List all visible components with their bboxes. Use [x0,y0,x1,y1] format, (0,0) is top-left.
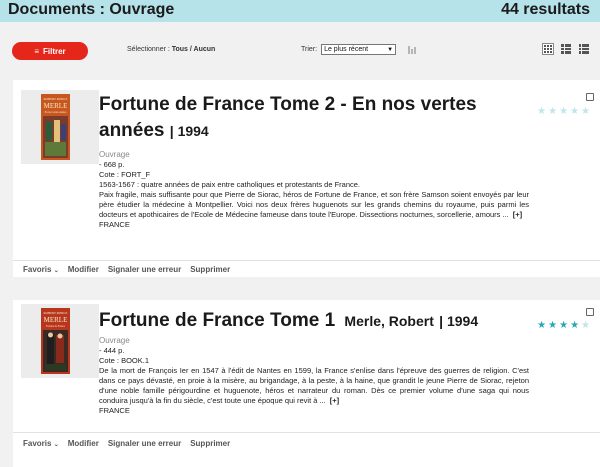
star-rating: ★★★★★ [537,106,592,117]
record-pages: - 668 p. [99,160,125,169]
report-error-button[interactable]: Signaler une erreur [108,439,181,448]
book-cover-image: ROBERT MERLE MERLE Fortune de France [41,308,70,374]
record-actions: Favoris ⌄ Modifier Signaler une erreur S… [23,265,230,274]
selection-controls: Sélectionner : Tous / Aucun [127,46,215,53]
filter-label: Filtrer [43,46,66,56]
record-title[interactable]: Fortune de France Tome 2 - En nos vertes… [99,92,479,144]
sort-value: Le plus récent [324,46,369,53]
chevron-down-icon: ⌄ [53,442,59,448]
record-card: ROBERT MERLE MERLE En nos vertes années … [13,80,600,277]
sort-label: Trier: [301,46,318,53]
report-error-button[interactable]: Signaler une erreur [108,265,181,274]
list-view-icon[interactable] [578,43,590,55]
grid-view-icon[interactable] [542,43,554,55]
record-summary: De la mort de François Ier en 1547 à l'é… [99,366,529,405]
edit-button[interactable]: Modifier [68,265,99,274]
divider [13,260,600,261]
page-title: Documents : Ouvrage [8,1,175,18]
record-details: Ouvrage - 668 p. Cote : FORT_F 1563-1567… [99,150,529,230]
results-header: Documents : Ouvrage 44 resultats [0,0,600,22]
record-cote: Cote : BOOK.1 [99,356,150,365]
bar-chart-icon[interactable] [408,45,417,54]
svg-text:MERLE: MERLE [44,316,68,324]
filter-button[interactable]: ≡ Filtrer [12,42,88,60]
chevron-down-icon: ⌄ [53,268,59,274]
record-pages: - 444 p. [99,346,125,355]
delete-button[interactable]: Supprimer [190,439,230,448]
record-type: Ouvrage [99,150,130,159]
star-rating: ★★★★★ [537,320,592,331]
book-cover[interactable]: ROBERT MERLE MERLE En nos vertes années [21,90,99,164]
record-author[interactable]: Merle, Robert [344,313,433,329]
edit-button[interactable]: Modifier [68,439,99,448]
book-cover-image: ROBERT MERLE MERLE En nos vertes années [41,94,70,160]
record-cote: Cote : FORT_F [99,170,151,179]
chevron-down-icon: ▼ [387,46,394,53]
record-title[interactable]: Fortune de France Tome 1 Merle, Robert |… [99,308,519,334]
record-details: Ouvrage - 444 p. Cote : BOOK.1 De la mor… [99,336,529,416]
results-count: 44 resultats [501,1,590,18]
view-switcher [542,43,590,55]
record-title-text: Fortune de France Tome 2 - En nos vertes… [99,94,477,141]
select-none-link[interactable]: Aucun [194,46,216,53]
cover-author-text: ROBERT MERLE [44,311,68,315]
select-prefix: Sélectionner : [127,46,172,53]
sort-select[interactable]: Le plus récent ▼ [321,44,397,55]
record-type: Ouvrage [99,336,130,345]
toolbar: ≡ Filtrer Sélectionner : Tous / Aucun Tr… [0,22,600,80]
cover-title-text: En nos vertes années [45,111,67,114]
record-summary-line: 1563-1567 : quatre années de paix entre … [99,180,361,189]
filter-icon: ≡ [34,46,39,56]
sort-control: Trier: Le plus récent ▼ [301,44,417,55]
read-more-link[interactable]: [+] [513,210,522,219]
delete-button[interactable]: Supprimer [190,265,230,274]
record-country: FRANCE [99,220,130,229]
read-more-link[interactable]: [+] [330,396,339,405]
select-all-link[interactable]: Tous [172,46,188,53]
cover-title-text: Fortune de France [46,325,66,328]
record-actions: Favoris ⌄ Modifier Signaler une erreur S… [23,439,230,448]
record-card: ROBERT MERLE MERLE Fortune de France For… [13,300,600,467]
book-cover[interactable]: ROBERT MERLE MERLE Fortune de France [21,304,99,378]
record-year: | 1994 [439,313,479,329]
record-checkbox[interactable] [586,93,594,101]
favorites-menu[interactable]: Favoris ⌄ [23,439,59,448]
record-year: | 1994 [169,123,209,139]
record-summary: Paix fragile, mais suffisante pour que P… [99,190,529,219]
favorites-menu[interactable]: Favoris ⌄ [23,265,59,274]
record-checkbox[interactable] [586,308,594,316]
record-title-text: Fortune de France Tome 1 [99,310,336,331]
record-country: FRANCE [99,406,130,415]
cover-author-text: ROBERT MERLE [44,97,68,101]
list-thumbnail-view-icon[interactable] [560,43,572,55]
svg-text:MERLE: MERLE [44,102,68,110]
divider [13,432,600,433]
